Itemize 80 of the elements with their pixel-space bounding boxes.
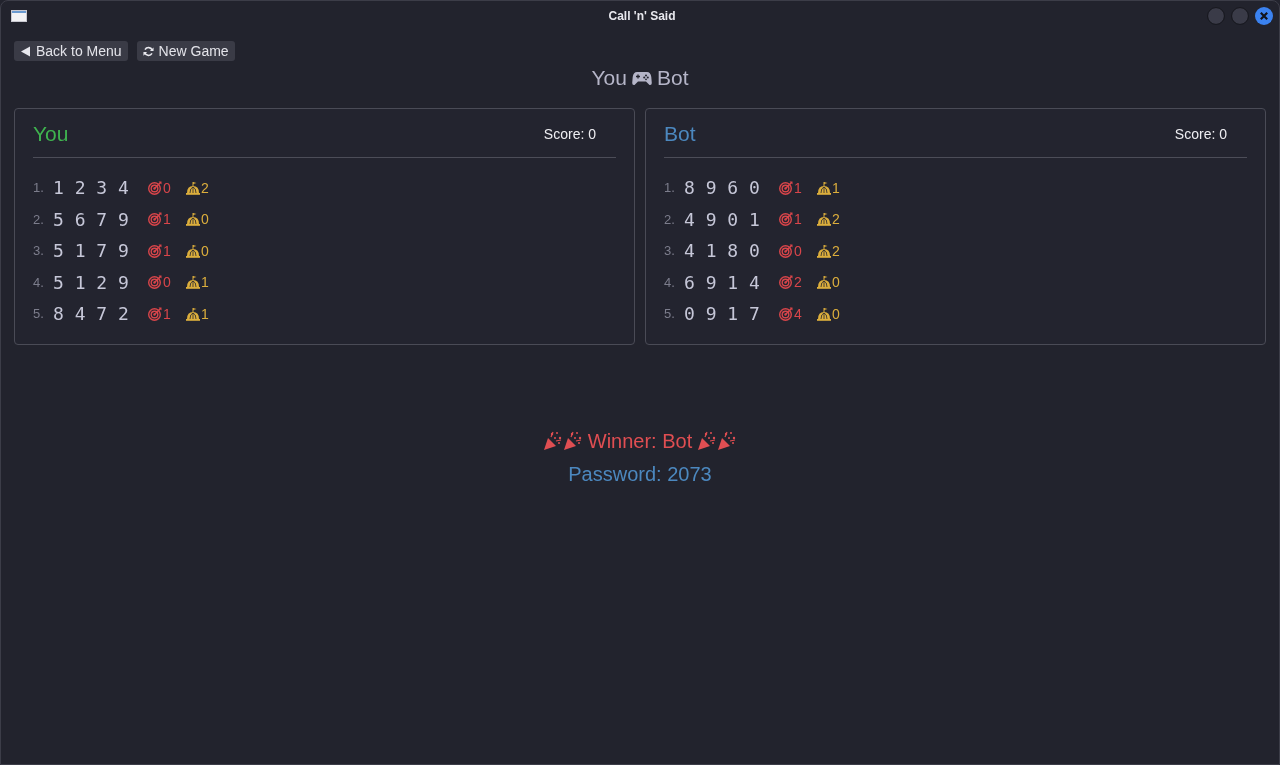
party-popper-icon: [542, 430, 583, 451]
score-label: Score: 0: [543, 126, 596, 142]
player-name: You: [33, 122, 69, 146]
target-icon: [779, 180, 793, 195]
guess-number: 3.: [33, 243, 45, 259]
new-game-button[interactable]: New Game: [136, 41, 235, 61]
tent-icon: [817, 180, 831, 195]
guess-digits: 6 9 1 4: [684, 271, 761, 293]
hits-count: 1: [794, 179, 802, 196]
target-icon: [148, 212, 162, 227]
guess-number: 1.: [33, 180, 45, 196]
tent-icon: [186, 243, 200, 258]
guess-digits: 8 4 7 2: [53, 303, 130, 325]
back-button[interactable]: Back to Menu: [14, 41, 128, 61]
hits-count: 0: [163, 179, 171, 196]
guess-number: 5.: [33, 306, 45, 322]
hits-count: 1: [163, 305, 171, 322]
guess-number: 2.: [33, 211, 45, 227]
guess-digits: 8 9 6 0: [684, 177, 761, 199]
guess-number: 3.: [664, 243, 676, 259]
guess-digits: 4 1 8 0: [684, 240, 761, 262]
guess-number: 1.: [664, 180, 676, 196]
guess-digits: 1 2 3 4: [53, 177, 130, 199]
blows-count: 2: [832, 211, 840, 228]
guess-digits: 4 9 0 1: [684, 208, 761, 230]
hits-count: 2: [794, 274, 802, 291]
tent-icon: [817, 275, 831, 290]
target-icon: [148, 275, 162, 290]
close-icon[interactable]: [1255, 7, 1273, 25]
target-icon: [779, 212, 793, 227]
hits-count: 1: [163, 242, 171, 259]
password-text: Password: 2073: [568, 461, 712, 486]
blows-count: 2: [832, 242, 840, 259]
target-icon: [779, 243, 793, 258]
winner-text: Winner: Bot: [587, 428, 693, 453]
blows-count: 2: [201, 179, 209, 196]
guess-digits: 5 1 2 9: [53, 271, 130, 293]
tent-icon: [817, 243, 831, 258]
minimize-button[interactable]: [1207, 7, 1225, 25]
target-icon: [148, 306, 162, 321]
score-label: Score: 0: [1174, 126, 1227, 142]
blows-count: 1: [832, 179, 840, 196]
window-title: Call 'n' Said: [608, 9, 676, 23]
party-popper-icon: [697, 430, 738, 451]
hits-count: 0: [794, 242, 802, 259]
target-icon: [148, 243, 162, 258]
maximize-button[interactable]: [1231, 7, 1249, 25]
hits-count: 1: [794, 211, 802, 228]
blows-count: 1: [201, 305, 209, 322]
blows-count: 0: [832, 274, 840, 291]
blows-count: 0: [201, 211, 209, 228]
tent-icon: [186, 306, 200, 321]
guess-number: 2.: [664, 211, 676, 227]
target-icon: [779, 306, 793, 321]
target-icon: [148, 180, 162, 195]
tent-icon: [186, 275, 200, 290]
blows-count: 0: [832, 305, 840, 322]
hits-count: 0: [163, 274, 171, 291]
guess-digits: 5 1 7 9: [53, 240, 130, 262]
back-triangle-icon: [20, 45, 31, 57]
heading-player: You: [591, 66, 627, 90]
target-icon: [779, 275, 793, 290]
gamepad-icon: [631, 70, 652, 86]
tent-icon: [817, 212, 831, 227]
guess-digits: 5 6 7 9: [53, 208, 130, 230]
tent-icon: [186, 212, 200, 227]
guess-number: 4.: [33, 274, 45, 290]
hits-count: 1: [163, 211, 171, 228]
tent-icon: [817, 306, 831, 321]
tent-icon: [186, 180, 200, 195]
hits-count: 4: [794, 305, 802, 322]
window-icon: [11, 10, 27, 22]
refresh-icon: [142, 45, 154, 57]
guess-number: 4.: [664, 274, 676, 290]
guess-digits: 0 9 1 7: [684, 303, 761, 325]
blows-count: 0: [201, 242, 209, 259]
heading-opponent: Bot: [656, 66, 689, 90]
player-name: Bot: [664, 122, 696, 146]
blows-count: 1: [201, 274, 209, 291]
guess-number: 5.: [664, 306, 676, 322]
